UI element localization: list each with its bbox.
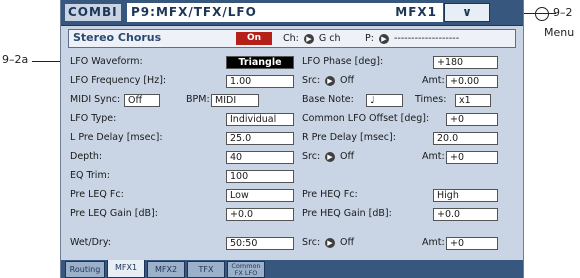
lfo-type-label: LFO Type: [70,113,117,124]
depth-src-control[interactable]: ▶ Off [323,150,354,164]
lfo-type-field[interactable]: Individual [226,113,294,126]
pre-leq-gain-label: Pre LEQ Gain [dB]: [70,208,158,219]
tab-routing[interactable]: Routing [65,261,105,278]
channel-label: Ch: [283,33,299,44]
preset-label: P: [365,33,374,44]
waveform-callout-label: 9–2a [2,53,29,66]
wet-dry-label: Wet/Dry: [70,237,111,248]
depth-src-value: Off [340,151,355,162]
lfo-waveform-label: LFO Waveform: [70,56,143,67]
effect-slot-label: MFX1 [395,5,437,19]
freq-src-control[interactable]: ▶ Off [323,74,354,88]
src-arrow-icon: ▶ [325,237,335,248]
freq-amt-field[interactable]: +0.00 [446,75,498,88]
pre-leq-gain-field[interactable]: +0.0 [226,208,294,221]
tab-common-fx-lfo[interactable]: Common FX LFO [227,261,265,278]
eq-trim-field[interactable]: 100 [226,170,294,183]
depth-field[interactable]: 40 [226,151,294,164]
depth-amt-label: Amt: [422,151,445,162]
pre-heq-gain-label: Pre HEQ Gain [dB]: [302,208,392,219]
menu-callout-word: Menu [544,26,575,39]
lfo-frequency-label: LFO Frequency [Hz]: [70,75,167,86]
lfo-phase-field[interactable]: +180 [433,56,498,69]
freq-src-label: Src: [302,75,321,86]
pre-heq-fc-field[interactable]: High [433,189,498,202]
lfo-phase-label: LFO Phase [deg]: [302,56,384,67]
effect-type-bar[interactable]: Stereo Chorus On Ch: ▶ G ch P: ▶ -------… [68,29,516,48]
tab-mfx2[interactable]: MFX2 [147,261,185,278]
midi-sync-label: MIDI Sync: [70,94,121,105]
chevron-down-icon: ∨ [462,5,472,19]
menu-callout-label: 9–2 [553,6,573,19]
mode-label: COMBI [65,4,121,21]
depth-amt-field[interactable]: +0 [446,151,498,164]
wet-dry-amt-field[interactable]: +0 [446,237,498,250]
times-field[interactable]: x1 [455,94,491,107]
freq-amt-label: Amt: [422,75,445,86]
lfo-frequency-field[interactable]: 1.00 [226,75,294,88]
effect-type-name[interactable]: Stereo Chorus [73,31,161,44]
pre-heq-fc-label: Pre HEQ Fc: [302,189,358,200]
base-note-field[interactable]: ♩ [366,94,403,107]
base-note-label: Base Note: [302,94,354,105]
preset-control[interactable]: P: ▶ ------------------- [365,33,459,44]
l-pre-delay-field[interactable]: 25.0 [226,132,294,145]
r-pre-delay-label: R Pre Delay [msec]: [302,132,396,143]
bpm-label: BPM: [186,94,210,105]
waveform-callout-line [32,61,62,62]
pre-heq-gain-field[interactable]: +0.0 [433,208,498,221]
effect-on-button[interactable]: On [236,32,272,45]
eq-trim-label: EQ Trim: [70,170,110,181]
tab-common-fx-lfo-line2: FX LFO [234,269,258,277]
wet-dry-src-value: Off [340,237,355,248]
bpm-field[interactable]: MIDI [211,94,259,107]
src-arrow-icon: ▶ [325,151,335,162]
title-bar: COMBI P9:MFX/TFX/LFO MFX1 ∨ [61,0,523,26]
lcd-screen: COMBI P9:MFX/TFX/LFO MFX1 ∨ Stereo Choru… [60,0,524,278]
channel-control[interactable]: Ch: ▶ G ch [283,33,341,44]
preset-arrow-icon: ▶ [378,33,389,44]
wet-dry-src-label: Src: [302,237,321,248]
wet-dry-field[interactable]: 50:50 [226,237,294,250]
wet-dry-amt-label: Amt: [422,237,445,248]
freq-src-value: Off [340,75,355,86]
common-lfo-offset-field[interactable]: +0 [446,113,498,126]
l-pre-delay-label: L Pre Delay [msec]: [70,132,163,143]
menu-callout-marker [535,7,549,21]
pre-leq-fc-field[interactable]: Low [226,189,294,202]
tab-mfx1[interactable]: MFX1 [107,260,145,278]
preset-value: ------------------- [394,33,460,44]
lfo-waveform-field[interactable]: Triangle [226,56,294,69]
channel-arrow-icon: ▶ [303,33,314,44]
common-lfo-offset-label: Common LFO Offset [deg]: [302,113,430,124]
depth-label: Depth: [70,151,103,162]
page-tabs: Routing MFX1 MFX2 TFX Common FX LFO [61,260,523,278]
page-menu-button[interactable]: ∨ [444,3,490,22]
wet-dry-src-control[interactable]: ▶ Off [323,236,354,250]
depth-src-label: Src: [302,151,321,162]
times-label: Times: [415,94,447,105]
midi-sync-field[interactable]: Off [124,94,160,107]
channel-value: G ch [318,33,341,44]
src-arrow-icon: ▶ [325,75,335,86]
pre-leq-fc-label: Pre LEQ Fc: [70,189,124,200]
r-pre-delay-field[interactable]: 20.0 [433,132,498,145]
tab-tfx[interactable]: TFX [187,261,225,278]
